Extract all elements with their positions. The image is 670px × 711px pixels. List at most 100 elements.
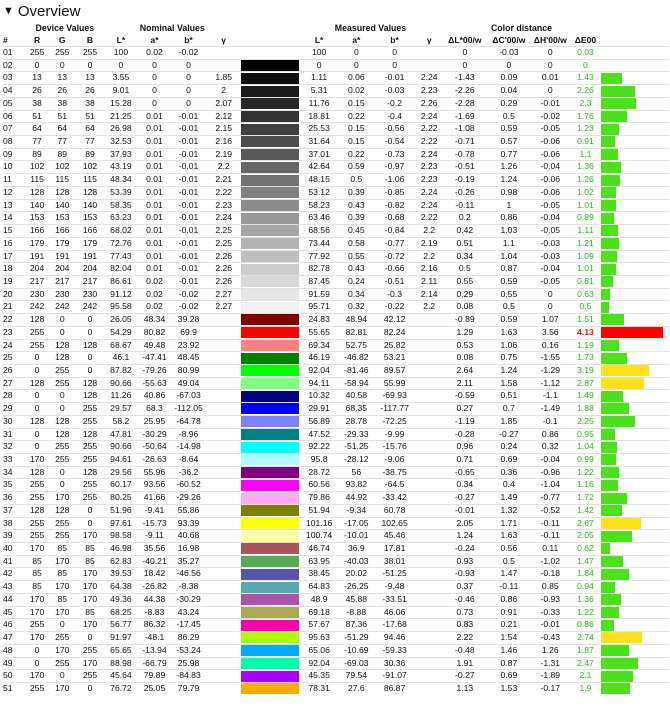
delta-e-bar-cell	[600, 402, 669, 416]
swatch-fill	[241, 174, 299, 186]
cell-nominal-b: -0.02	[170, 287, 207, 301]
cell-nominal-gamma: 2	[206, 84, 241, 98]
cell-index: 42	[3, 567, 27, 581]
cell-delta-c: 1.1	[487, 236, 531, 250]
cell-delta-l: 0.93	[442, 554, 488, 568]
cell-delta-e: 0.91	[570, 135, 601, 149]
swatch-fill	[241, 390, 299, 402]
col-delta-e: ΔE00	[574, 35, 597, 45]
cell-measured-a: 0.39	[339, 211, 374, 225]
cell-delta-e: 2.67	[570, 516, 601, 530]
table-row: 23 255 0 0 54.29 80.82 69.9 55.65 82.81 82.24 1.29…	[3, 325, 669, 340]
cell-r: 0	[26, 643, 49, 657]
section-title: Overview	[17, 2, 81, 20]
color-swatch	[241, 529, 299, 543]
color-swatch	[241, 96, 299, 111]
color-swatch	[241, 427, 299, 441]
cell-index: 05	[3, 96, 27, 111]
cell-delta-e: 2.05	[570, 529, 601, 543]
cell-nominal-gamma	[206, 618, 241, 632]
cell-nominal-a: 93.56	[138, 478, 171, 492]
cell-measured-b: -64.5	[373, 478, 417, 492]
cell-r: 166	[26, 224, 49, 238]
col-delta-c: ΔC'00/w	[492, 35, 526, 45]
cell-r: 0	[26, 427, 49, 441]
cell-measured-a: 0	[339, 58, 374, 72]
cell-nominal-l: 72.76	[103, 236, 139, 250]
cell-delta-l: 0.27	[442, 402, 488, 416]
cell-delta-h: -0.01	[530, 96, 571, 111]
cell-delta-l: 0	[442, 46, 488, 60]
cell-delta-e: 1.84	[570, 567, 601, 581]
delta-e-bar	[600, 149, 618, 161]
cell-nominal-gamma: 2.21	[206, 173, 241, 187]
cell-delta-h: -0.05	[530, 122, 571, 136]
cell-nominal-b: -67.03	[170, 389, 207, 403]
cell-nominal-b: -0.01	[170, 109, 207, 123]
cell-measured-gamma: 2.16	[416, 262, 443, 276]
cell-delta-e: 1.22	[570, 605, 601, 619]
cell-delta-c: 1.63	[487, 325, 531, 340]
color-swatch	[241, 669, 299, 683]
cell-delta-c: 1.63	[487, 529, 531, 543]
cell-measured-gamma: 2.23	[416, 173, 443, 187]
cell-nominal-l: 82.04	[103, 262, 139, 276]
delta-e-bar	[600, 301, 609, 313]
cell-nominal-b: 16.98	[170, 542, 207, 556]
cell-measured-b: 42.12	[373, 313, 417, 327]
cell-measured-a: 0.22	[339, 147, 374, 161]
color-swatch	[241, 185, 299, 200]
cell-measured-a: -46.82	[339, 351, 374, 365]
cell-nominal-l: 29.56	[103, 465, 139, 479]
overview-header[interactable]: ▼ Overview	[0, 0, 670, 22]
cell-r: 255	[26, 681, 49, 695]
col-delta-h: ΔH'00/w	[533, 35, 567, 45]
cell-index: 27	[3, 376, 27, 390]
delta-e-bar	[600, 543, 610, 555]
cell-r: 191	[26, 249, 49, 263]
cell-measured-a: 68.35	[339, 402, 374, 416]
cell-delta-h: 0	[530, 300, 571, 314]
cell-measured-gamma: 2.22	[416, 122, 443, 136]
swatch-fill	[241, 212, 299, 224]
col-g: G	[58, 35, 66, 45]
cell-measured-gamma: 2.14	[416, 287, 443, 301]
cell-measured-a: 0.32	[339, 300, 374, 314]
cell-g: 191	[48, 249, 77, 263]
swatch-fill	[241, 136, 299, 148]
color-swatch	[241, 109, 299, 123]
swatch-fill	[241, 429, 299, 440]
table-row: 20 230 230 230 91.12 0.02 -0.02 2.27 91.59 0.34 -0…	[3, 287, 669, 301]
cell-nominal-gamma	[206, 529, 241, 543]
cell-nominal-a: 48.34	[138, 313, 171, 327]
cell-index: 37	[3, 503, 27, 518]
cell-delta-h: -0.11	[530, 529, 571, 543]
cell-measured-gamma	[416, 516, 443, 530]
cell-index: 43	[3, 580, 27, 594]
cell-measured-gamma	[416, 46, 443, 60]
cell-index: 29	[3, 402, 27, 416]
cell-nominal-a: 0.01	[138, 160, 171, 174]
delta-e-bar-cell	[600, 325, 669, 340]
group-color-distance: Color distance	[490, 23, 553, 33]
cell-delta-l: -0.51	[442, 160, 488, 174]
swatch-fill	[241, 161, 299, 173]
cell-index: 38	[3, 516, 27, 530]
cell-delta-l: -0.59	[442, 389, 488, 403]
cell-delta-e: 0.62	[570, 542, 601, 556]
cell-r: 128	[26, 465, 49, 479]
cell-nominal-b: 23.92	[170, 338, 207, 352]
cell-b: 255	[76, 440, 104, 454]
cell-measured-a: 20.02	[339, 567, 374, 581]
cell-nominal-l: 68.02	[103, 224, 139, 238]
cell-nominal-gamma	[206, 376, 241, 390]
table-row: 41 85 170 85 62.83 -40.21 35.27 63.95 -40.03 38.0…	[3, 554, 669, 568]
cell-nominal-l: 68.25	[103, 605, 139, 619]
cell-nominal-a: 0.01	[138, 236, 171, 250]
collapse-triangle-icon[interactable]: ▼	[3, 5, 14, 17]
cell-measured-b: 60.78	[373, 503, 417, 518]
cell-nominal-a: -79.26	[138, 363, 171, 378]
cell-nominal-gamma: 2.12	[206, 109, 241, 123]
cell-nominal-a: -15.73	[138, 516, 171, 530]
cell-delta-c: 0.59	[487, 313, 531, 327]
